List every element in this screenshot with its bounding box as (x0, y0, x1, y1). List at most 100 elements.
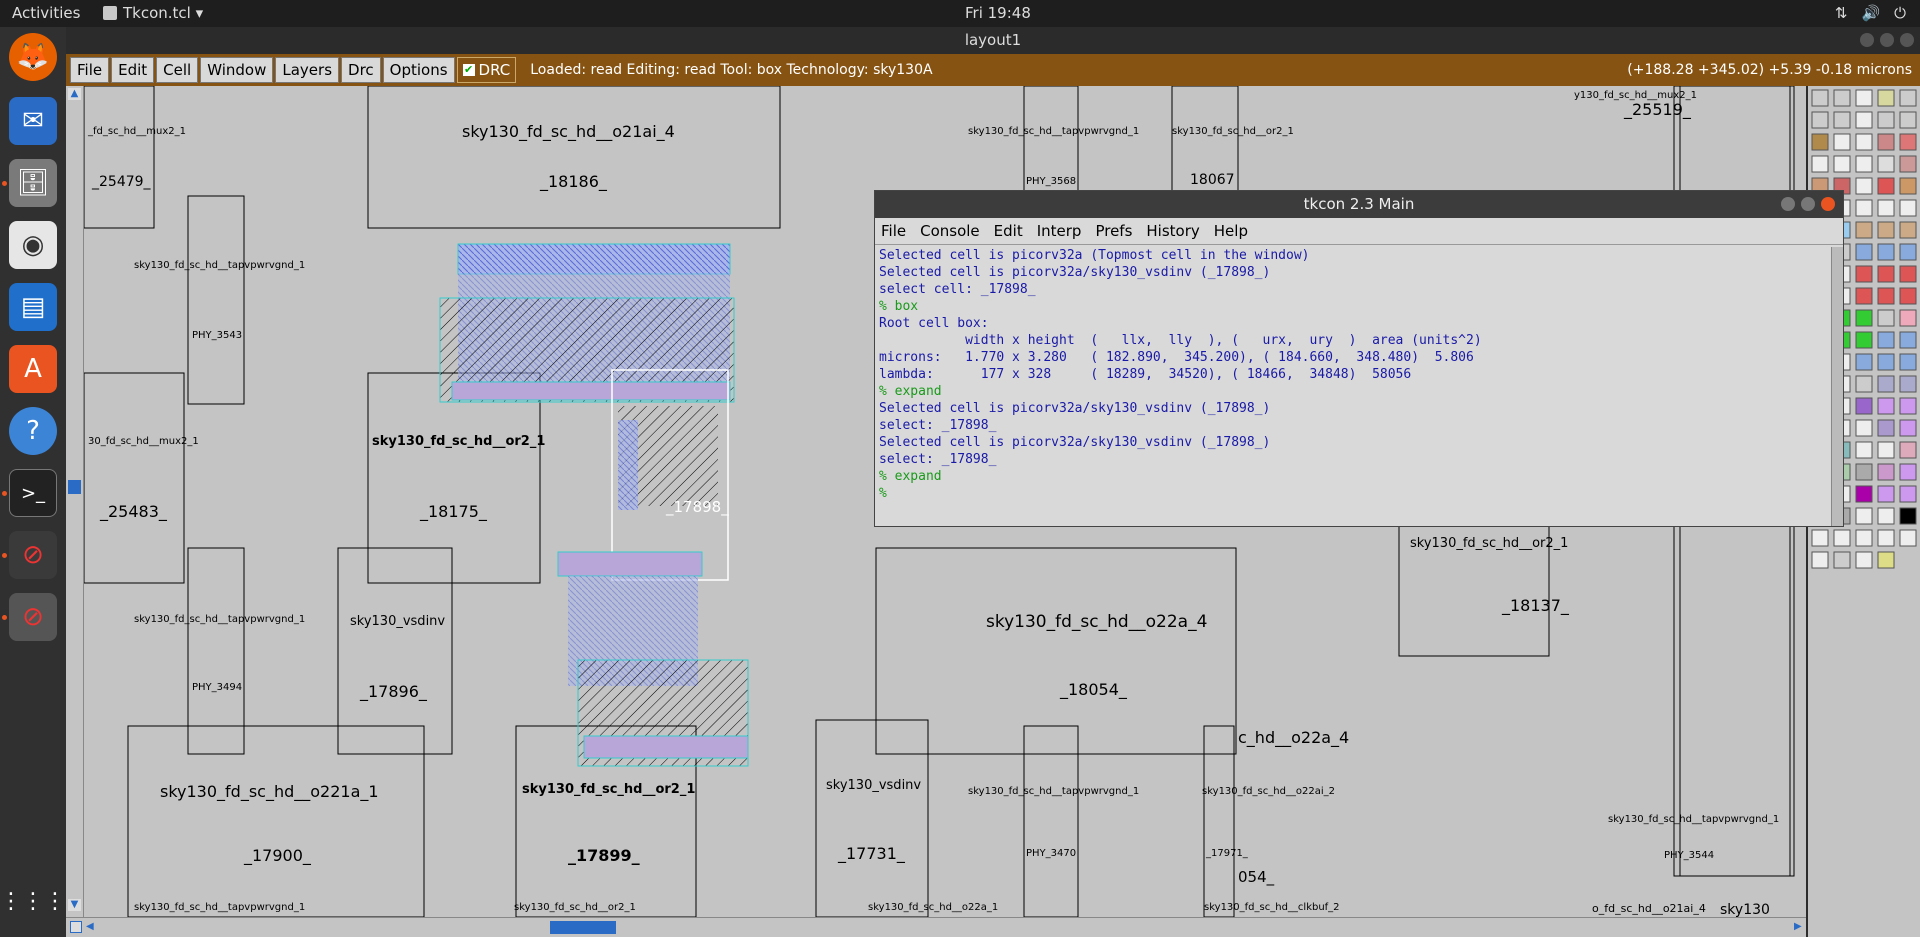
tkcon-menu-console[interactable]: Console (920, 222, 980, 240)
scroll-up-icon[interactable]: ▲ (68, 88, 81, 100)
cell-label-tap2: sky130_fd_sc_hd__tapvpwrvgnd_1 (134, 614, 306, 625)
drc-toggle[interactable]: ✔ DRC (456, 57, 517, 83)
tkcon-close-icon[interactable] (1821, 197, 1835, 211)
tkcon-menu-help[interactable]: Help (1214, 222, 1248, 240)
cell-label-mux2: _fd_sc_hd__mux2_1 (88, 126, 186, 137)
cell-instance-18054: _18054_ (1060, 680, 1127, 699)
tkcon-menubar: File Console Edit Interp Prefs History H… (875, 218, 1843, 245)
cell-instance-17731: _17731_ (838, 844, 905, 863)
scroll-down-icon[interactable]: ▼ (68, 899, 81, 911)
console-line: Selected cell is picorv32a/sky130_vsdinv… (879, 265, 1271, 280)
rhythmbox-icon[interactable]: ◉ (9, 221, 57, 269)
tkcon-menu-interp[interactable]: Interp (1037, 222, 1082, 240)
tkcon-menu-edit[interactable]: Edit (994, 222, 1023, 240)
console-line: Selected cell is picorv32a/sky130_vsdinv… (879, 401, 1271, 416)
help-icon[interactable]: ? (9, 407, 57, 455)
thunderbird-icon[interactable]: ✉ (9, 97, 57, 145)
writer-icon[interactable]: ▤ (9, 283, 57, 331)
scroll-right-icon[interactable]: ▶ (1794, 921, 1806, 933)
cell-instance-18186: _18186_ (540, 172, 607, 191)
menu-options[interactable]: Options (382, 57, 455, 83)
cell-label-phy3494: PHY_3494 (192, 682, 243, 693)
cell-label-or2-right: sky130_fd_sc_hd__or2_1 (1410, 536, 1569, 551)
cell-instance-054: 054_ (1238, 868, 1275, 886)
magic-menubar: File Edit Cell Window Layers Drc Options… (66, 54, 1920, 86)
files-icon[interactable]: 🗄 (9, 159, 57, 207)
console-line: % expand (879, 384, 942, 399)
tkcon-title: tkcon 2.3 Main (1303, 195, 1415, 213)
menu-layers[interactable]: Layers (275, 57, 340, 83)
cell-instance-25483: _25483_ (100, 502, 167, 521)
vertical-scrollbar[interactable]: ▲ ▼ (66, 86, 84, 917)
cell-label-phy3470: PHY_3470 (1026, 848, 1077, 859)
tkcon-scrollbar[interactable] (1831, 247, 1843, 526)
cell-label-bottom-tap: sky130_fd_sc_hd__tapvpwrvgnd_1 (134, 902, 306, 913)
cursor-coords: (+188.28 +345.02) +5.39 -0.18 microns (1627, 62, 1912, 78)
tkcon-window[interactable]: tkcon 2.3 Main File Console Edit Interp … (874, 190, 1844, 527)
tkcon-app-icon (103, 6, 117, 20)
drc-label: DRC (478, 61, 511, 79)
minimize-icon[interactable] (1860, 33, 1874, 47)
tkcon-menu-prefs[interactable]: Prefs (1095, 222, 1132, 240)
firefox-icon[interactable]: 🦊 (9, 33, 57, 81)
tkcon-menu-file[interactable]: File (881, 222, 906, 240)
menu-drc[interactable]: Drc (341, 57, 381, 83)
clock[interactable]: Fri 19:48 (965, 4, 1031, 22)
tkcon-console-output[interactable]: Selected cell is picorv32a (Topmost cell… (876, 247, 1842, 526)
console-line: width x height ( llx, lly ), ( urx, ury … (879, 333, 1482, 348)
tkcon-titlebar[interactable]: tkcon 2.3 Main (875, 191, 1843, 218)
cell-label-o21ai-r: o_fd_sc_hd__o21ai_4 (1592, 902, 1706, 915)
blocked-app-icon-2[interactable]: ⊘ (9, 593, 57, 641)
window-titlebar: layout1 (66, 27, 1920, 54)
menu-window[interactable]: Window (200, 57, 274, 83)
console-line: Selected cell is picorv32a/sky130_vsdinv… (879, 435, 1271, 450)
cell-label-mux2b: 30_fd_sc_hd__mux2_1 (88, 436, 199, 447)
cell-label-o22a4b: c_hd__o22a_4 (1238, 728, 1350, 747)
menu-file[interactable]: File (70, 57, 110, 83)
scroll-thumb-h[interactable] (550, 921, 616, 934)
cell-label-vsdinv2: sky130_vsdinv (826, 778, 922, 793)
cell-label-tap3: sky130_fd_sc_hd__tapvpwrvgnd_1 (968, 786, 1140, 797)
cell-label-tap1: sky130_fd_sc_hd__tapvpwrvgnd_1 (134, 260, 306, 271)
horizontal-scrollbar[interactable]: ◀ ▶ (66, 917, 1806, 937)
menu-edit[interactable]: Edit (111, 57, 155, 83)
cell-instance-18137: _18137_ (1502, 596, 1569, 615)
cell-label-or2b: sky130_fd_sc_hd__or2_1 (522, 782, 696, 797)
activities-button[interactable]: Activities (12, 4, 80, 22)
console-line: microns: 1.770 x 3.280 ( 182.890, 345.20… (879, 350, 1474, 365)
show-apps-icon[interactable]: ⋮⋮⋮ (0, 877, 66, 925)
selected-cell-17898[interactable]: _17898_ (666, 498, 729, 516)
console-line: Selected cell is picorv32a (Topmost cell… (879, 248, 1310, 263)
tkcon-maximize-icon[interactable] (1801, 197, 1815, 211)
scroll-left-icon[interactable]: ◀ (86, 921, 98, 933)
terminal-icon[interactable]: >_ (9, 469, 57, 517)
cell-label-or2-top: sky130_fd_sc_hd__or2_1 (1172, 126, 1294, 137)
scroll-thumb[interactable] (68, 480, 81, 494)
cell-label-or2: sky130_fd_sc_hd__or2_1 (372, 434, 546, 449)
system-tray[interactable]: ⇅ 🔊 ⏻ (1835, 4, 1906, 22)
console-line: Root cell box: (879, 316, 989, 331)
console-line: select: _17898_ (879, 452, 997, 467)
volume-icon: 🔊 (1861, 4, 1881, 22)
cell-label-phy3544: PHY_3544 (1664, 850, 1715, 861)
app-menu[interactable]: Tkcon.tcl ▾ (103, 4, 203, 22)
cell-instance-17900: _17900_ (244, 846, 311, 865)
status-text: Loaded: read Editing: read Tool: box Tec… (530, 62, 933, 78)
software-icon[interactable]: A (9, 345, 57, 393)
tkcon-minimize-icon[interactable] (1781, 197, 1795, 211)
cell-label-tap-top: sky130_fd_sc_hd__tapvpwrvgnd_1 (968, 126, 1140, 137)
tkcon-menu-history[interactable]: History (1146, 222, 1199, 240)
cell-label-sky130: sky130 (1720, 902, 1770, 917)
menu-cell[interactable]: Cell (156, 57, 199, 83)
cell-label-bottom-or2: sky130_fd_sc_hd__or2_1 (514, 902, 636, 913)
close-icon[interactable] (1900, 33, 1914, 47)
maximize-icon[interactable] (1880, 33, 1894, 47)
console-line: lambda: 177 x 328 ( 18289, 34520), ( 184… (879, 367, 1412, 382)
console-line: % (879, 486, 887, 501)
power-icon: ⏻ (1894, 4, 1906, 22)
cell-label-phy3568: PHY_3568 (1026, 176, 1077, 187)
cell-label-o21ai4: sky130_fd_sc_hd__o21ai_4 (462, 122, 675, 141)
network-icon: ⇅ (1834, 4, 1848, 22)
cell-label-tap-r: sky130_fd_sc_hd__tapvpwrvgnd_1 (1608, 814, 1780, 825)
blocked-app-icon[interactable]: ⊘ (9, 531, 57, 579)
